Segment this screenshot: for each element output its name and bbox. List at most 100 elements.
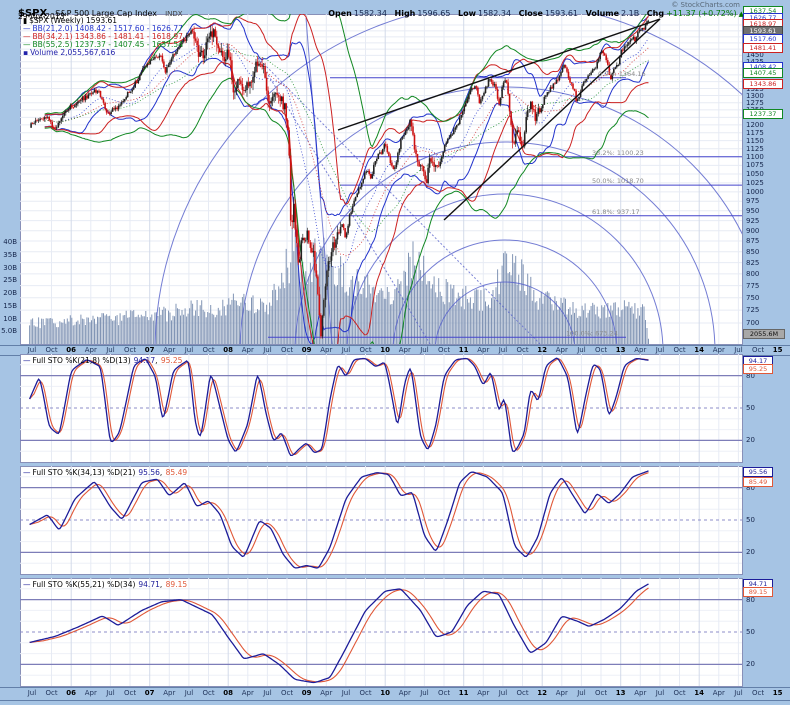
year-axis-label: 06 — [66, 689, 77, 697]
year-axis-label: 12 — [537, 346, 548, 354]
month-axis-label: Apr — [241, 346, 254, 354]
volume-axis-label: 20B — [3, 289, 17, 297]
month-axis-label: Apr — [241, 689, 254, 697]
year-axis-label: 07 — [144, 346, 155, 354]
price-axis-label: 950 — [746, 206, 760, 215]
month-axis-label: Oct — [516, 689, 529, 697]
year-axis-label: 13 — [615, 689, 626, 697]
price-axis-label: 1075 — [746, 161, 764, 170]
sto-d-value-box: 95.25 — [743, 363, 773, 374]
volume-axis-label: 10B — [3, 314, 17, 323]
month-axis-label: Apr — [712, 346, 725, 354]
price-axis-label: 1125 — [746, 144, 764, 153]
price-axis-label: 975 — [746, 197, 760, 206]
sto-1-label: Full STO %K(21,8) %D(13) — [32, 356, 131, 365]
price-axis-label: 1150 — [746, 136, 764, 145]
month-axis-label: Oct — [673, 689, 686, 697]
month-axis-label: Apr — [555, 346, 568, 354]
month-axis-label: Jul — [734, 346, 743, 354]
month-axis-label: Apr — [477, 689, 490, 697]
legend-volume-row: ▪ Volume 2,055,567,616 — [23, 49, 183, 57]
month-axis-label: Oct — [280, 346, 294, 354]
close-value: 1593.61 — [544, 9, 579, 18]
month-axis-label: Oct — [437, 346, 451, 354]
price-axis-label: 875 — [746, 237, 760, 245]
volume-value: 2.1B — [621, 9, 640, 18]
year-axis-label: 13 — [615, 346, 626, 354]
year-axis-label: 09 — [301, 689, 312, 697]
year-axis-label: 14 — [694, 346, 705, 354]
sto-2-label: Full STO %K(34,13) %D(21) — [32, 468, 136, 477]
price-axis-label: 775 — [746, 281, 760, 290]
volume-value-box: 2055.6M — [743, 329, 785, 339]
sto-panel-3-legend: — Full STO %K(55,21) %D(34) 94.71, 89.15 — [23, 581, 187, 589]
year-axis-label: 11 — [458, 689, 469, 697]
sto-panel-1-legend: — Full STO %K(21,8) %D(13) 94.17, 95.25 — [23, 357, 182, 365]
volume-axis-label: 35B — [3, 250, 17, 259]
price-axis-label: 825 — [746, 258, 760, 267]
sto-d-value-box: 89.15 — [743, 587, 773, 598]
month-axis-label: Oct — [45, 346, 58, 354]
main-price-plot — [20, 14, 743, 345]
month-axis-label: Apr — [84, 346, 97, 354]
year-axis-label: 08 — [223, 689, 234, 697]
legend-volume: Volume 2,055,567,616 — [30, 48, 116, 57]
month-axis-label: Oct — [751, 346, 765, 354]
sto-line-icon: — — [23, 468, 31, 477]
price-axis-label: 850 — [746, 247, 760, 256]
high-label: High — [394, 9, 416, 18]
year-axis-label: 14 — [694, 689, 705, 697]
month-axis-label: Jul — [184, 689, 194, 697]
month-axis-label: Oct — [359, 689, 372, 697]
sto-axis-label: 50 — [746, 628, 755, 636]
price-axis-label: 700 — [746, 319, 760, 328]
year-axis-label: 15 — [772, 346, 783, 354]
month-axis-label: Oct — [202, 346, 215, 354]
price-value-box-bb34: 1481.41 — [743, 43, 783, 53]
month-axis-label: Apr — [634, 689, 647, 697]
chg-label: Chg — [646, 9, 665, 18]
price-value-box-bb34: 1343.86 — [743, 78, 783, 89]
month-axis-label: Jul — [498, 689, 508, 697]
month-axis-label: Oct — [673, 346, 686, 354]
sto-2-d-value: 85.49 — [165, 468, 188, 477]
price-axis-label: 750 — [746, 293, 760, 302]
year-axis-label: 15 — [772, 689, 783, 697]
month-axis-label: Jul — [341, 689, 351, 697]
volume-axis-label: 5.0B — [1, 327, 17, 336]
sto-axis-label: 20 — [746, 436, 755, 445]
sto-1-k-value: 94.17 — [133, 356, 156, 365]
month-axis-label: Jul — [184, 346, 194, 354]
month-axis-label: Oct — [437, 689, 451, 697]
sto-axis-label: 50 — [746, 404, 755, 412]
month-axis-label: Apr — [477, 346, 490, 354]
close-label: Close — [518, 9, 543, 18]
price-axis-label: 900 — [746, 226, 760, 235]
year-axis-label: 10 — [380, 689, 391, 697]
sto-panel-2 — [20, 466, 743, 575]
year-axis-label: 11 — [458, 346, 469, 354]
month-axis-label: Oct — [280, 689, 294, 697]
month-axis-label: Jul — [577, 346, 586, 354]
sto-axis-label: 20 — [746, 548, 755, 557]
month-axis-label: Apr — [320, 346, 333, 354]
price-axis-label: 725 — [746, 306, 760, 315]
sto-line-icon: — — [23, 356, 31, 365]
sto-k-value-box: 95.56 — [743, 467, 773, 477]
month-axis-label: Oct — [123, 346, 137, 354]
month-axis-label: Oct — [516, 346, 529, 354]
low-value: 1582.34 — [478, 9, 512, 18]
volume-label: Volume — [585, 9, 620, 18]
month-axis-label: Apr — [398, 689, 411, 697]
month-axis-label: Jul — [420, 689, 429, 697]
month-axis-label: Oct — [359, 346, 372, 354]
year-axis-label: 09 — [301, 346, 312, 354]
volume-axis-label: 30B — [3, 263, 17, 272]
sto-axis-label: 50 — [746, 516, 755, 524]
month-axis-label: Jul — [734, 689, 743, 697]
month-axis-label: Apr — [634, 346, 647, 354]
price-value-box-bb55: 1237.37 — [743, 109, 783, 120]
copyright: © StockCharts.com — [671, 1, 740, 9]
sto-panel-3 — [20, 578, 743, 687]
open-label: Open — [328, 9, 352, 18]
